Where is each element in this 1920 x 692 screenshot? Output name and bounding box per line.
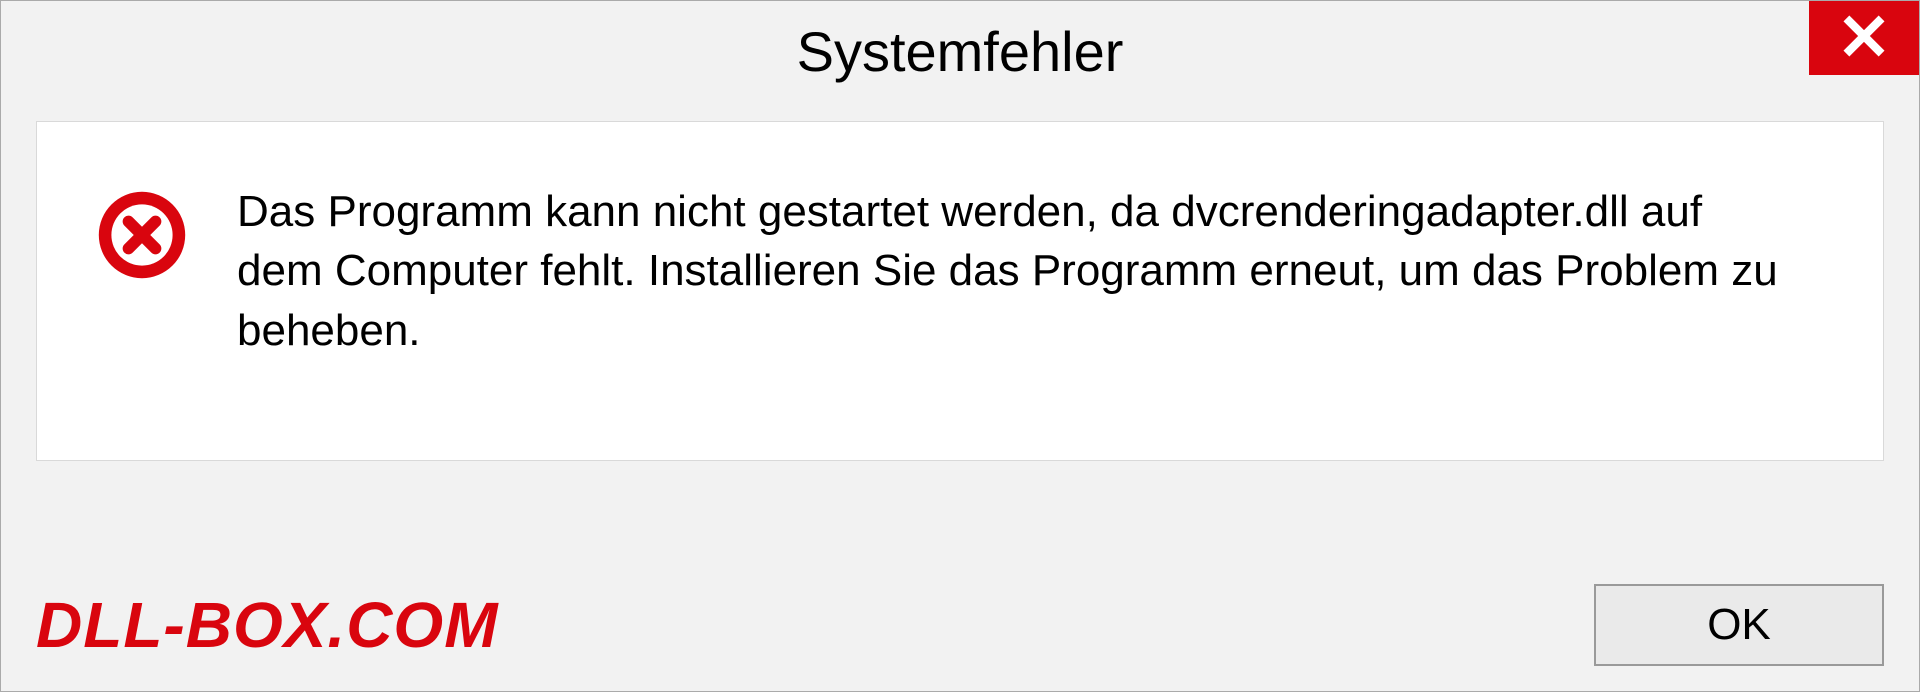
close-icon (1842, 14, 1886, 63)
error-icon (97, 190, 187, 280)
title-bar: Systemfehler (1, 1, 1919, 101)
watermark-text: DLL-BOX.COM (36, 588, 499, 662)
close-button[interactable] (1809, 1, 1919, 75)
content-panel: Das Programm kann nicht gestartet werden… (36, 121, 1884, 461)
dialog-title: Systemfehler (797, 19, 1124, 84)
ok-button[interactable]: OK (1594, 584, 1884, 666)
error-dialog: Systemfehler Das Programm kann nicht ges… (0, 0, 1920, 692)
dialog-footer: DLL-BOX.COM OK (36, 584, 1884, 666)
error-message: Das Programm kann nicht gestartet werden… (237, 182, 1797, 360)
